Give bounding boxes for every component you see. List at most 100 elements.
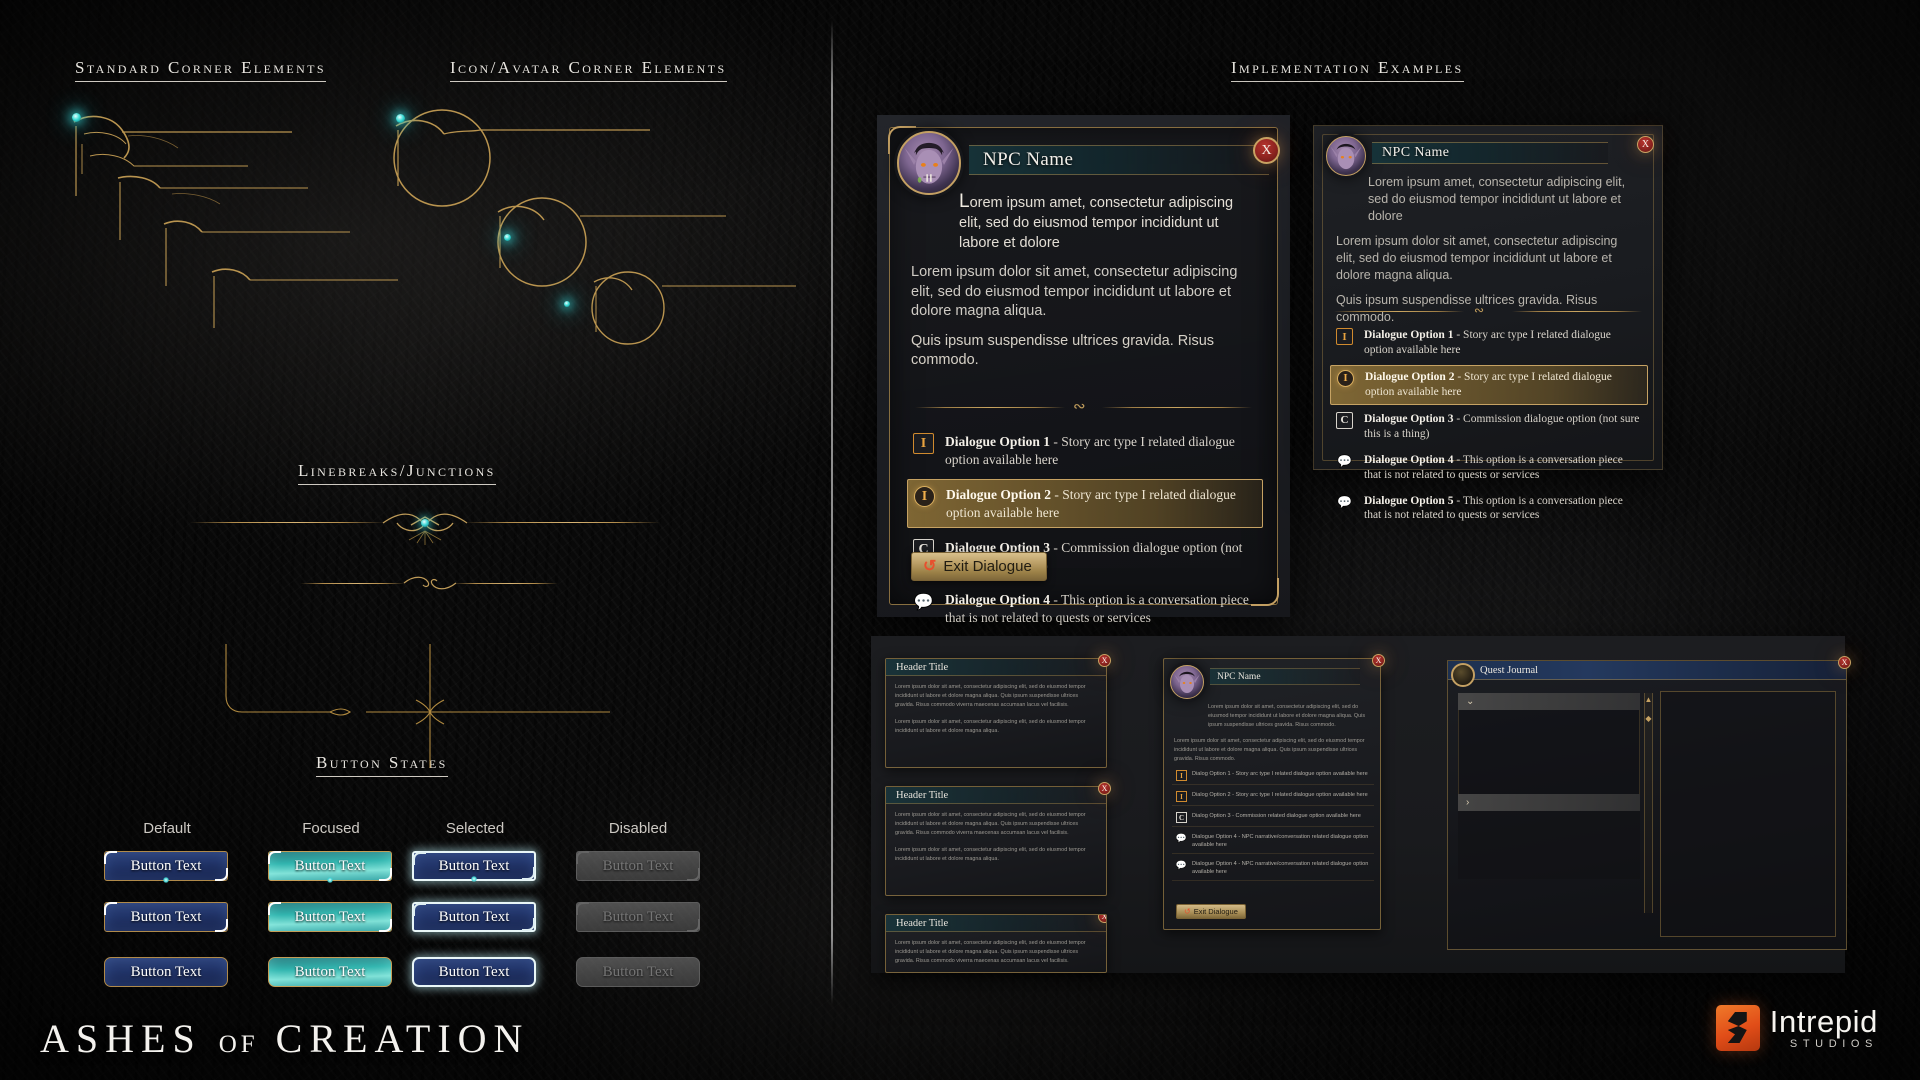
dialogue-paragraph-2: Lorem ipsum dolor sit amet, consectetur … bbox=[1336, 234, 1618, 282]
style-guide-root: Standard Corner Elements Icon/Avatar Cor… bbox=[0, 0, 1920, 1080]
button-label: Button Text bbox=[130, 963, 202, 980]
corner-flourish-icon bbox=[522, 867, 535, 880]
button-selected-2[interactable]: Button Text bbox=[412, 902, 536, 932]
studio-subtitle: STUDIOS bbox=[1789, 1038, 1878, 1050]
vertical-divider bbox=[831, 20, 833, 1005]
dialogue-option-1[interactable]: I Dialogue Option 1 - Story arc type I r… bbox=[1330, 324, 1648, 362]
option-text: Dialogue Option 3 - Commission dialogue … bbox=[1364, 412, 1640, 440]
mini-exit-label: Exit Dialogue bbox=[1193, 907, 1238, 916]
dialogue-option-1[interactable]: I Dialogue Option 1 - Story arc type I r… bbox=[907, 427, 1263, 474]
corner-flourish-icon bbox=[522, 918, 535, 931]
option-badge-chat-bubble-icon: 💬 bbox=[1175, 859, 1188, 870]
button-gem-icon bbox=[163, 877, 169, 883]
button-disabled-2: Button Text bbox=[576, 902, 700, 932]
corner-flourish-icon bbox=[215, 919, 228, 932]
option-text: Dialogue Option 2 - Story arc type I rel… bbox=[946, 487, 1236, 520]
option-text: Dialogue Option 1 - Story arc type I rel… bbox=[945, 434, 1235, 467]
button-focused-2[interactable]: Button Text bbox=[268, 902, 392, 932]
chevron-down-icon: ⌄ bbox=[1466, 696, 1475, 707]
section-header-icon-avatar-corner: Icon/Avatar Corner Elements bbox=[450, 58, 727, 82]
option-badge-story-icon: I bbox=[913, 433, 934, 454]
intrepid-mark-icon bbox=[1715, 1005, 1760, 1051]
button-label: Button Text bbox=[602, 857, 674, 874]
quest-journal-panel: Quest Journal X ⌄ › ▲ ◆ bbox=[1447, 656, 1851, 950]
mini-dialogue-option-2[interactable]: I Dialog Option 2 - Story arc type I rel… bbox=[1172, 788, 1374, 806]
mini-npc-text-1: Lorem ipsum dolor sit amet, consectetur … bbox=[1208, 704, 1366, 728]
npc-avatar bbox=[897, 131, 961, 195]
option-badge-story-icon: I bbox=[1176, 791, 1187, 802]
corner-flourish-icon bbox=[413, 852, 426, 865]
dialogue-separator-knot-icon: ∾ bbox=[1474, 303, 1485, 317]
mini-dialogue-option-4[interactable]: 💬 Dialogue Option 4 - NPC narrative/conv… bbox=[1172, 830, 1374, 854]
junction-crosses bbox=[225, 644, 610, 768]
mini-panel-header-1: Header Title Lorem ipsum dolor sit amet,… bbox=[885, 654, 1111, 768]
mini-panel-npc-dialogue: NPC Name X Lorem ipsum dolor sit amet, c… bbox=[1163, 654, 1385, 930]
option-badge-chat-bubble-icon: 💬 bbox=[1175, 833, 1188, 843]
mini-npc-name: NPC Name bbox=[1217, 671, 1261, 682]
mini-dialogue-option-5[interactable]: 💬 Dialogue Option 4 - NPC narrative/conv… bbox=[1172, 857, 1374, 881]
section-header-implementation: Implementation Examples bbox=[1231, 58, 1464, 82]
dialogue-separator-right-b bbox=[1512, 311, 1642, 312]
mini-panel-text-1: Lorem ipsum dolor sit amet, consectetur … bbox=[895, 940, 1086, 964]
dialogue-option-4[interactable]: 💬 Dialogue Option 4 - This option is a c… bbox=[907, 585, 1263, 632]
corner-flourish-icon bbox=[104, 902, 117, 915]
exit-dialogue-button[interactable]: ↺ Exit Dialogue bbox=[911, 552, 1047, 581]
quest-journal-close-button[interactable]: X bbox=[1838, 656, 1851, 669]
mini-panel-text-2: Lorem ipsum dolor sit amet, consectetur … bbox=[895, 718, 1086, 734]
npc-portrait-icon bbox=[904, 142, 954, 184]
close-icon: X bbox=[1101, 656, 1108, 665]
dialogue-paragraph-1: Lorem ipsum amet, consectetur adipiscing… bbox=[1368, 175, 1626, 223]
close-icon: X bbox=[1375, 656, 1382, 665]
close-button[interactable]: X bbox=[1253, 137, 1280, 164]
dialogue-separator-knot-icon: ∾ bbox=[1073, 397, 1086, 415]
corner-flourish-icon bbox=[268, 851, 281, 864]
button-disabled-1: Button Text bbox=[576, 851, 700, 881]
dialogue-option-2[interactable]: I Dialogue Option 2 - Story arc type I r… bbox=[1330, 364, 1648, 405]
dialogue-panel-secondary: NPC Name X Lorem ipsum amet, consectetur… bbox=[1313, 125, 1663, 521]
dialogue-option-5[interactable]: 💬 Dialogue Option 5 - This option is a c… bbox=[1330, 490, 1648, 528]
quest-journal-scrollbar[interactable]: ▲ ◆ bbox=[1644, 693, 1653, 913]
button-focused-1[interactable]: Button Text bbox=[268, 851, 392, 883]
scroll-thumb[interactable]: ◆ bbox=[1645, 714, 1651, 723]
close-icon: X bbox=[1261, 142, 1272, 158]
mini-close-button[interactable]: X bbox=[1098, 654, 1111, 667]
chevron-right-icon: › bbox=[1466, 797, 1470, 808]
button-default-2[interactable]: Button Text bbox=[104, 902, 228, 932]
mini-npc-avatar bbox=[1170, 665, 1204, 699]
exit-dialogue-label: Exit Dialogue bbox=[943, 558, 1032, 575]
back-arrow-icon: ↺ bbox=[923, 557, 937, 575]
dialogue-option-4[interactable]: 💬 Dialogue Option 4 - This option is a c… bbox=[1330, 449, 1648, 487]
corner-flourish-icon bbox=[576, 902, 589, 915]
mini-panel-text-1: Lorem ipsum dolor sit amet, consectetur … bbox=[895, 684, 1086, 708]
mini-dialogue-option-1[interactable]: I Dialog Option 1 - Story arc type I rel… bbox=[1172, 767, 1374, 785]
option-badge-chat-bubble-icon: 💬 bbox=[1337, 494, 1352, 509]
button-focused-3[interactable]: Button Text bbox=[268, 957, 392, 987]
button-selected-1[interactable]: Button Text bbox=[412, 851, 536, 882]
scroll-up-icon[interactable]: ▲ bbox=[1645, 695, 1653, 704]
quest-journal-group-expanded[interactable]: ⌄ bbox=[1458, 693, 1640, 710]
dialogue-paragraph-3: Quis ipsum suspendisse ultrices gravida.… bbox=[1336, 293, 1598, 324]
game-title-creation: CREATION bbox=[275, 1016, 530, 1061]
quest-journal-group-collapsed[interactable]: › bbox=[1458, 794, 1640, 811]
button-label: Button Text bbox=[438, 963, 510, 980]
button-label: Button Text bbox=[438, 908, 510, 925]
mini-close-button[interactable]: X bbox=[1372, 654, 1385, 667]
mini-close-button[interactable]: X bbox=[1098, 782, 1111, 795]
button-selected-3[interactable]: Button Text bbox=[412, 957, 536, 987]
option-badge-chat-bubble-icon: 💬 bbox=[1337, 453, 1352, 468]
mini-panel-body: Lorem ipsum dolor sit amet, consectetur … bbox=[886, 804, 1106, 871]
npc-portrait-icon bbox=[1330, 143, 1362, 170]
dialogue-option-2[interactable]: I Dialogue Option 2 - Story arc type I r… bbox=[907, 479, 1263, 529]
dialogue-option-3[interactable]: C Dialogue Option 3 - Commission dialogu… bbox=[1330, 408, 1648, 446]
mini-exit-dialogue-button[interactable]: ↺ Exit Dialogue bbox=[1176, 904, 1246, 919]
option-text: Dialogue Option 4 - This option is a con… bbox=[945, 592, 1249, 625]
dialogue-body-b: Lorem ipsum amet, consectetur adipiscing… bbox=[1336, 174, 1640, 334]
back-arrow-icon: ↺ bbox=[1184, 907, 1191, 916]
close-button-b[interactable]: X bbox=[1637, 136, 1654, 153]
quest-journal-title: Quest Journal bbox=[1480, 664, 1539, 676]
button-label: Button Text bbox=[294, 963, 366, 980]
button-label: Button Text bbox=[602, 908, 674, 925]
button-default-3[interactable]: Button Text bbox=[104, 957, 228, 987]
mini-dialogue-option-3[interactable]: C Dialog Option 3 - Commission related d… bbox=[1172, 809, 1374, 827]
button-default-1[interactable]: Button Text bbox=[104, 851, 228, 883]
